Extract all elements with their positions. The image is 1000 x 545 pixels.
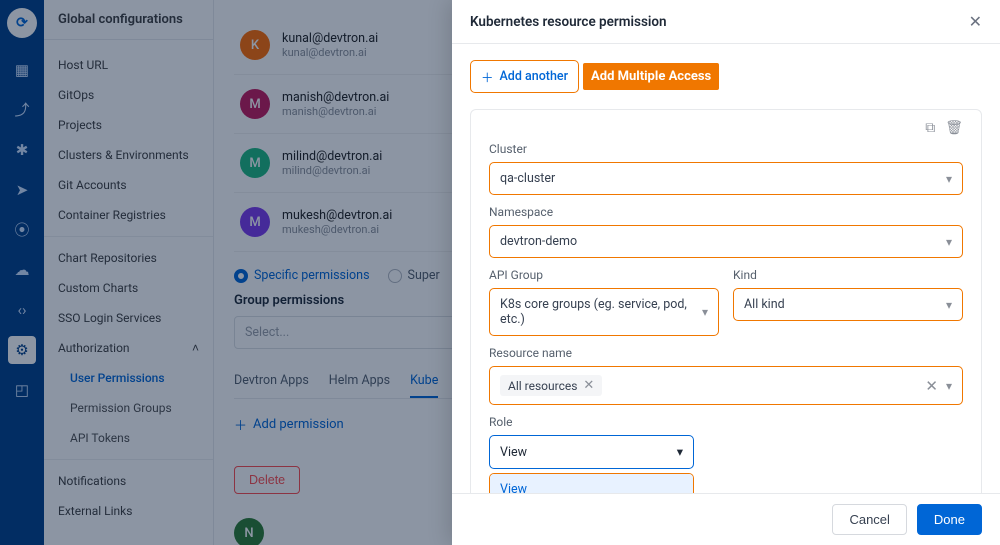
add-another-button[interactable]: ＋ Add another (470, 60, 579, 93)
namespace-value: devtron-demo (500, 234, 577, 249)
chevron-down-icon: ▾ (946, 172, 952, 186)
label-kind: Kind (733, 268, 963, 282)
namespace-select[interactable]: devtron-demo ▾ (489, 225, 963, 258)
chevron-down-icon: ▾ (946, 379, 952, 393)
resource-chip[interactable]: All resources ✕ (500, 375, 602, 396)
add-multiple-badge: Add Multiple Access (583, 63, 719, 90)
label-cluster: Cluster (489, 142, 963, 156)
done-button[interactable]: Done (917, 504, 982, 535)
panel-footer: Cancel Done (452, 493, 1000, 545)
modal-overlay[interactable]: Kubernetes resource permission ✕ ＋ Add a… (0, 0, 1000, 545)
chevron-down-icon: ▾ (702, 305, 708, 319)
add-another-label: Add another (500, 69, 569, 84)
api-group-value: K8s core groups (eg. service, pod, etc.) (500, 297, 702, 327)
resource-chip-label: All resources (508, 379, 577, 393)
role-select[interactable]: View ▾ (489, 435, 694, 469)
panel-header: Kubernetes resource permission ✕ (452, 0, 1000, 44)
cancel-button[interactable]: Cancel (832, 504, 906, 535)
kube-permission-panel: Kubernetes resource permission ✕ ＋ Add a… (452, 0, 1000, 545)
trash-icon[interactable]: 🗑 (945, 120, 963, 136)
cluster-select[interactable]: qa-cluster ▾ (489, 162, 963, 195)
chip-remove-icon[interactable]: ✕ (583, 378, 594, 393)
plus-icon: ＋ (481, 67, 494, 86)
api-group-select[interactable]: K8s core groups (eg. service, pod, etc.)… (489, 288, 719, 336)
label-role: Role (489, 415, 963, 429)
clear-all-icon[interactable]: ✕ (925, 377, 938, 395)
resource-name-select[interactable]: All resources ✕ ✕ ▾ (489, 366, 963, 405)
label-resource-name: Resource name (489, 346, 963, 360)
label-namespace: Namespace (489, 205, 963, 219)
chevron-down-icon: ▾ (946, 298, 952, 312)
role-value: View (500, 445, 527, 460)
role-option-view[interactable]: View View allowed K8s resources. (490, 474, 693, 493)
role-dropdown: View View allowed K8s resources. Admin C… (489, 473, 694, 493)
panel-title: Kubernetes resource permission (470, 14, 667, 30)
kind-value: All kind (744, 297, 785, 312)
copy-icon[interactable]: ⧉ (925, 120, 935, 136)
kind-select[interactable]: All kind ▾ (733, 288, 963, 321)
permission-form: ⧉ 🗑 Cluster qa-cluster ▾ Namespace devtr… (470, 109, 982, 493)
chevron-down-icon: ▾ (946, 235, 952, 249)
chevron-down-icon: ▾ (677, 444, 683, 460)
label-api-group: API Group (489, 268, 719, 282)
role-option-title: View (500, 482, 683, 493)
cluster-value: qa-cluster (500, 171, 555, 186)
close-icon[interactable]: ✕ (969, 12, 982, 31)
